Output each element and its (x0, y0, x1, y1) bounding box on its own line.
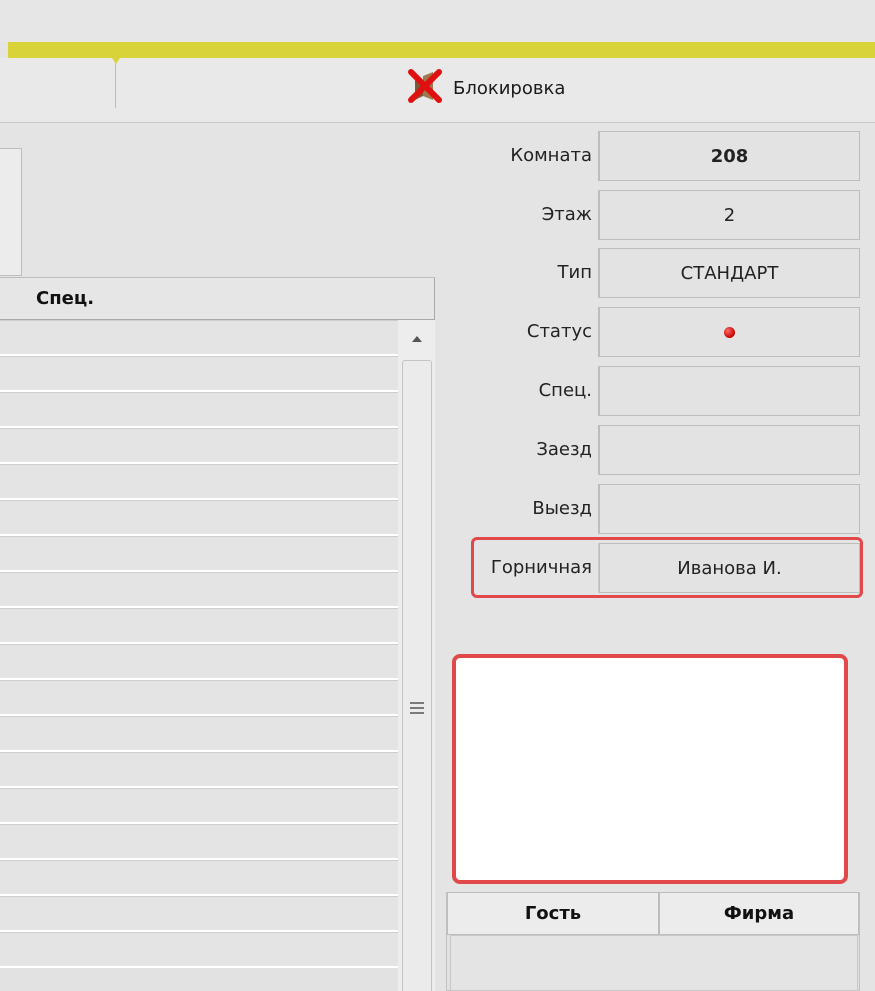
checkin-value (599, 425, 860, 475)
table-row[interactable] (0, 932, 398, 968)
table-row[interactable] (0, 356, 398, 392)
table-row[interactable] (0, 392, 398, 428)
table-row[interactable] (0, 860, 398, 896)
table-row[interactable] (0, 572, 398, 608)
table-row[interactable] (0, 896, 398, 932)
room-value: 208 (599, 131, 860, 181)
table-row[interactable] (0, 824, 398, 860)
tab-notch (112, 58, 120, 64)
title-strip (0, 0, 875, 42)
table-row[interactable] (0, 464, 398, 500)
table-row[interactable] (0, 644, 398, 680)
column-header-guest[interactable]: Гость (447, 892, 659, 935)
table-row[interactable] (0, 716, 398, 752)
tab-divider (115, 58, 116, 108)
checkin-label: Заезд (455, 425, 599, 475)
table-row[interactable] (0, 428, 398, 464)
left-filter-box (0, 148, 22, 276)
table-row[interactable] (0, 752, 398, 788)
table-row[interactable] (0, 320, 398, 356)
status-label: Статус (455, 307, 599, 357)
blocked-cross-icon (405, 66, 445, 111)
type-label: Тип (455, 248, 599, 298)
table-row[interactable] (0, 608, 398, 644)
special-label: Спец. (455, 366, 599, 416)
block-button-label: Блокировка (453, 77, 566, 99)
table-row[interactable] (0, 788, 398, 824)
table-header: Спец. (0, 277, 435, 321)
block-button[interactable]: Блокировка (405, 68, 615, 108)
table-row[interactable] (0, 680, 398, 716)
column-header-special[interactable]: Спец. (36, 288, 94, 309)
guests-table-body[interactable] (450, 935, 858, 991)
column-header-company[interactable]: Фирма (659, 892, 859, 935)
scroll-grip-icon (410, 702, 424, 714)
accent-bar (8, 42, 875, 58)
status-indicator-icon (724, 327, 735, 338)
floor-value: 2 (599, 190, 860, 240)
room-label: Комната (455, 131, 599, 181)
table-row[interactable] (0, 536, 398, 572)
rooms-table-body (0, 320, 398, 991)
type-value: СТАНДАРТ (599, 248, 860, 298)
notes-area[interactable] (452, 654, 848, 884)
header-separator (434, 278, 435, 321)
scrollbar-thumb[interactable] (402, 360, 432, 991)
floor-label: Этаж (455, 190, 599, 240)
special-value (599, 366, 860, 416)
table-row[interactable] (0, 500, 398, 536)
maid-highlight-frame (471, 537, 863, 598)
arrow-up-icon[interactable] (402, 324, 432, 354)
checkout-label: Выезд (455, 484, 599, 534)
checkout-value (599, 484, 860, 534)
